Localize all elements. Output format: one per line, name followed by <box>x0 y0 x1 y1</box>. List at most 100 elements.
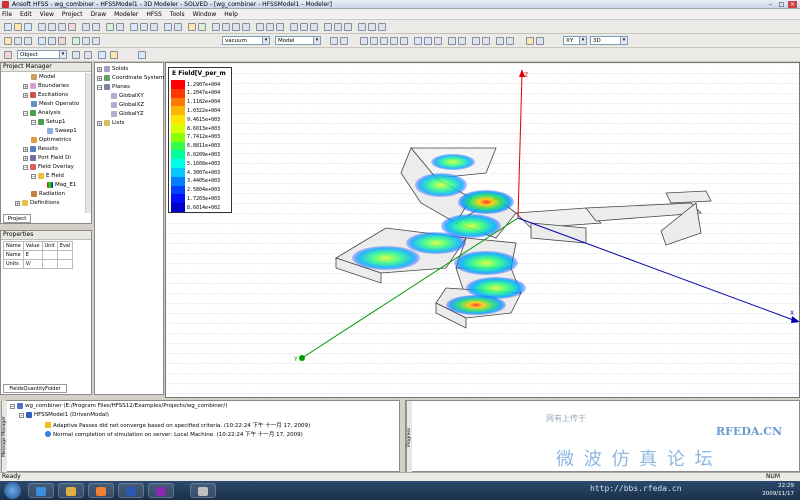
line-icon[interactable] <box>256 23 264 31</box>
tree-item-results[interactable]: Results <box>38 146 58 152</box>
snap-vertex-icon[interactable] <box>370 37 378 45</box>
menu-project[interactable]: Project <box>62 11 83 18</box>
solid-icon[interactable] <box>330 37 338 45</box>
expand-icon[interactable]: + <box>97 75 102 81</box>
fit-all-icon[interactable] <box>164 23 172 31</box>
snap-grid-icon[interactable] <box>360 37 368 45</box>
table-cell[interactable] <box>56 259 74 269</box>
tree-item-boundaries[interactable]: Boundaries <box>38 83 69 89</box>
tree-item-model[interactable]: Model <box>39 74 56 80</box>
rectangle-icon[interactable] <box>290 23 298 31</box>
excitation-icon[interactable] <box>92 37 100 45</box>
sphere-icon[interactable] <box>232 23 240 31</box>
snap-center-icon[interactable] <box>400 37 408 45</box>
pan-icon[interactable] <box>140 23 148 31</box>
viewport-canvas[interactable]: Z X Y <box>166 63 800 398</box>
collapse-icon[interactable]: − <box>31 119 36 125</box>
tree-item-globalxz[interactable]: GlobalXZ <box>119 102 144 108</box>
taskbar-explorer[interactable] <box>58 483 84 498</box>
tree-item-analysis[interactable]: Analysis <box>38 110 61 116</box>
table-cell[interactable] <box>41 250 58 260</box>
wireframe-icon[interactable] <box>24 37 32 45</box>
fit-selection-icon[interactable] <box>174 23 182 31</box>
progress-tab[interactable]: Progress <box>406 401 412 473</box>
select-by-name-icon[interactable] <box>72 51 80 59</box>
tree-item-mesh-operations[interactable]: Mesh Operatio <box>39 101 79 107</box>
select-mode-icon[interactable] <box>4 51 12 59</box>
select-vertices-icon[interactable] <box>110 51 118 59</box>
ruler-icon[interactable] <box>48 37 56 45</box>
select-icon[interactable] <box>130 23 138 31</box>
select-edges-icon[interactable] <box>98 51 106 59</box>
hide-icon[interactable] <box>4 37 12 45</box>
collapse-icon[interactable]: − <box>23 110 28 116</box>
snap-face-icon[interactable] <box>390 37 398 45</box>
modeler-viewport[interactable]: Z X Y <box>165 62 800 398</box>
taskbar-media[interactable] <box>88 483 114 498</box>
material-select[interactable]: vacuum ▾ <box>222 36 270 45</box>
show-icon[interactable] <box>14 37 22 45</box>
box-icon[interactable] <box>212 23 220 31</box>
spline-icon[interactable] <box>276 23 284 31</box>
table-cell[interactable] <box>41 259 58 269</box>
subtract-icon[interactable] <box>334 23 342 31</box>
move-icon[interactable] <box>106 23 114 31</box>
table-cell[interactable] <box>56 250 74 260</box>
tree-item-coordinate-systems[interactable]: Coordinate Systems <box>112 75 167 81</box>
object-select[interactable]: Object ▾ <box>17 50 67 59</box>
tree-item-globalxy[interactable]: GlobalXY <box>119 93 144 99</box>
collapse-icon[interactable]: − <box>19 412 24 418</box>
view-mode-select[interactable]: 3D ▾ <box>590 36 628 45</box>
tree-item-setup1[interactable]: Setup1 <box>46 119 66 125</box>
shading-icon[interactable] <box>472 37 480 45</box>
copy-icon[interactable] <box>48 23 56 31</box>
new-icon[interactable] <box>4 23 12 31</box>
message-manager-tab[interactable]: Message Manager <box>1 401 7 473</box>
tree-item-mag-e1[interactable]: Mag_E1 <box>55 182 76 188</box>
sheet-icon[interactable] <box>340 37 348 45</box>
menu-edit[interactable]: Edit <box>20 11 32 18</box>
save-icon[interactable] <box>24 23 32 31</box>
delete-icon[interactable] <box>68 23 76 31</box>
unite-icon[interactable] <box>324 23 332 31</box>
collapse-icon[interactable]: − <box>31 173 36 179</box>
view-front-icon[interactable] <box>424 37 432 45</box>
lighting-icon[interactable] <box>482 37 490 45</box>
clock[interactable]: 22:29 2009/11/17 <box>762 482 794 498</box>
circle-icon[interactable] <box>300 23 308 31</box>
taskbar-app[interactable] <box>190 483 216 498</box>
view-top-icon[interactable] <box>414 37 422 45</box>
tab-fields-quantity-folder[interactable]: FieldsQuantityFolder <box>3 384 67 393</box>
table-cell[interactable]: E <box>22 250 43 260</box>
cut-icon[interactable] <box>38 23 46 31</box>
menu-view[interactable]: View <box>40 11 54 18</box>
rotate-icon[interactable] <box>116 23 124 31</box>
tree-item-planes[interactable]: Planes <box>112 84 130 90</box>
cs-move-icon[interactable] <box>536 37 544 45</box>
collapse-icon[interactable]: − <box>10 403 15 409</box>
coordinate-system-icon[interactable] <box>358 23 366 31</box>
menu-file[interactable]: File <box>2 11 12 18</box>
redo-icon[interactable] <box>92 23 100 31</box>
orient-icon[interactable] <box>526 37 534 45</box>
intersect-icon[interactable] <box>344 23 352 31</box>
undo-icon[interactable] <box>82 23 90 31</box>
tree-item-optimetrics[interactable]: Optimetrics <box>39 137 71 143</box>
collapse-icon[interactable]: − <box>97 84 102 90</box>
tree-item-definitions[interactable]: Definitions <box>30 200 60 206</box>
validate-icon[interactable] <box>188 23 196 31</box>
open-icon[interactable] <box>14 23 22 31</box>
minimize-button[interactable]: – <box>766 1 775 8</box>
tree-item-radiation[interactable]: Radiation <box>39 191 65 197</box>
close-button[interactable]: × <box>788 1 797 8</box>
relative-cs-icon[interactable] <box>368 23 376 31</box>
tree-scrollbar[interactable] <box>85 73 91 213</box>
animate-icon[interactable] <box>506 37 514 45</box>
menu-window[interactable]: Window <box>193 11 217 18</box>
menu-help[interactable]: Help <box>224 11 238 18</box>
ellipse-icon[interactable] <box>310 23 318 31</box>
tree-item-sweep1[interactable]: Sweep1 <box>55 128 77 134</box>
table-cell[interactable]: V/ <box>22 259 43 269</box>
select-faces-icon[interactable] <box>84 51 92 59</box>
start-button[interactable] <box>4 482 21 499</box>
